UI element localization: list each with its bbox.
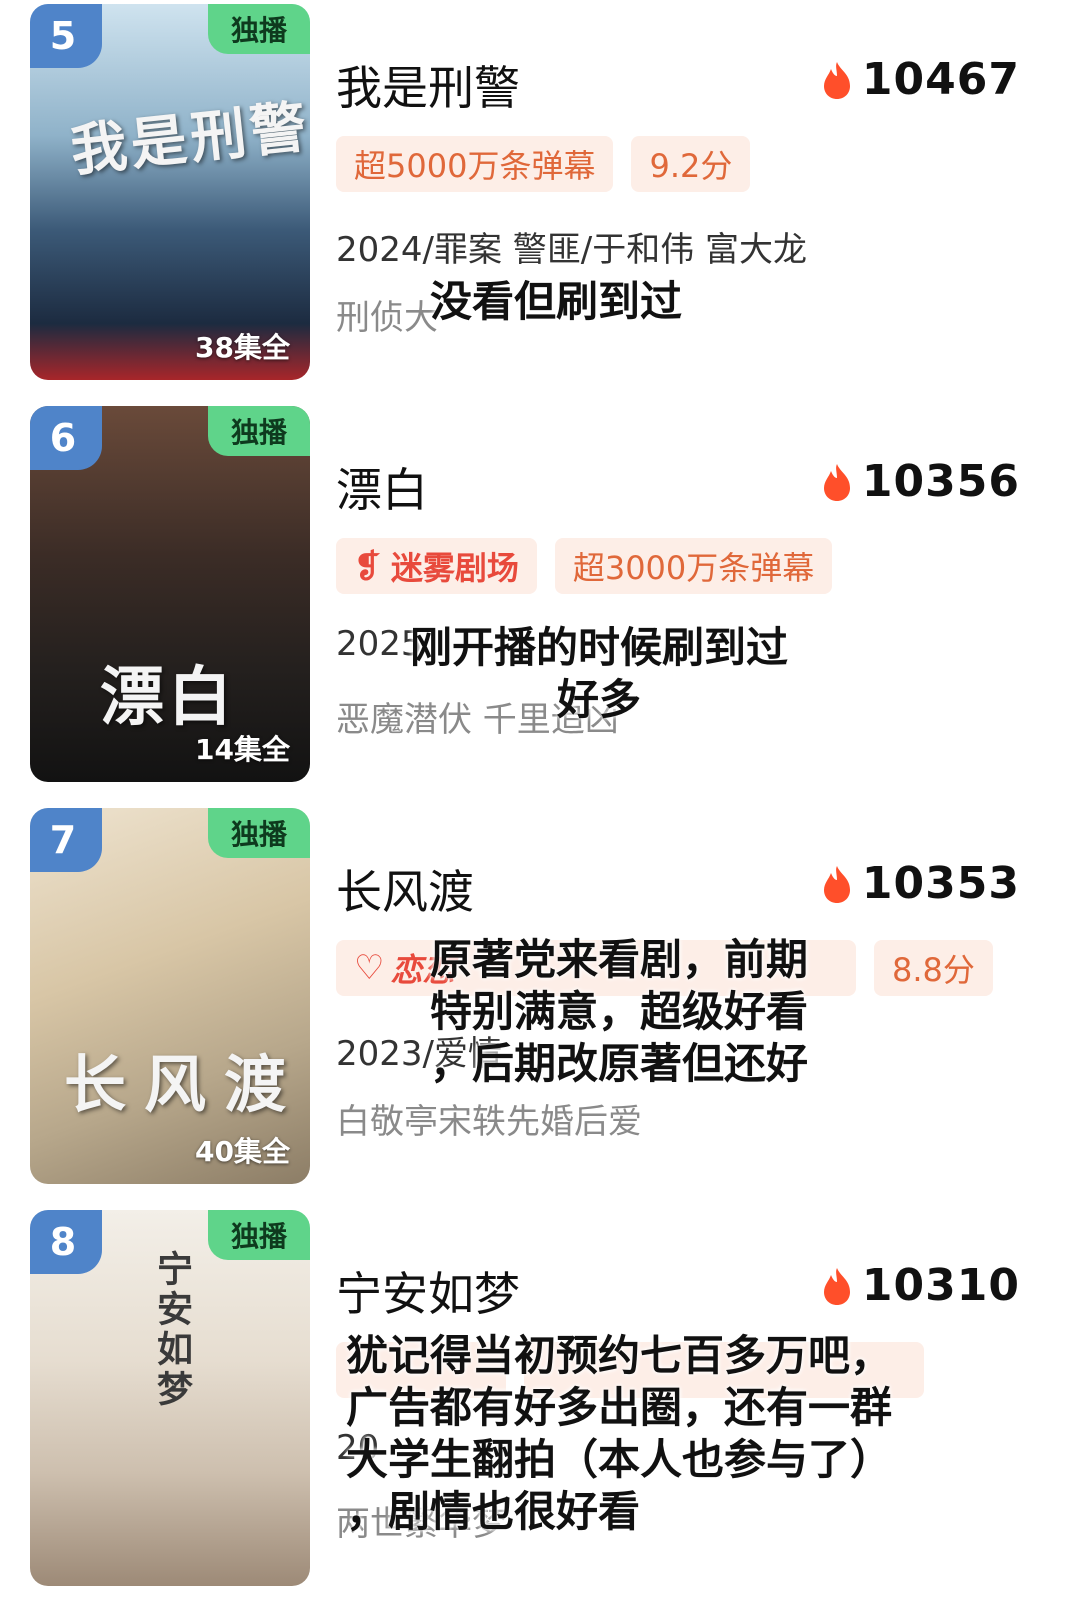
list-item[interactable]: 漂白 6 独播 14集全 漂白 10356 ❡ 迷雾剧场 超3000万条弹幕 20… [0, 402, 1080, 802]
show-title[interactable]: 长风渡 [336, 856, 474, 922]
heart-logo-icon: ♡ [354, 948, 385, 988]
exclusive-badge: 独播 [208, 1210, 310, 1260]
show-description: 刑侦大 [336, 298, 438, 338]
list-item[interactable]: 我是刑警 5 独播 38集全 我是刑警 10467 超5000万条弹幕 9.2分… [0, 0, 1080, 400]
show-meta: 2024/罪案 警匪/于和伟 富大龙 [336, 230, 808, 270]
poster-title: 漂白 [100, 660, 236, 735]
flame-icon [823, 865, 850, 903]
poster-title: 长风渡 [64, 1048, 305, 1121]
rank-badge: 7 [30, 808, 102, 872]
episode-count: 14集全 [195, 733, 290, 766]
poster-image[interactable]: 漂白 6 独播 14集全 [30, 406, 310, 782]
rank-badge: 6 [30, 406, 102, 470]
show-title[interactable]: 宁安如梦 [336, 1258, 520, 1324]
theater-tag-label: 迷雾剧场 [390, 549, 519, 587]
heat-score: 10310 [820, 1260, 1020, 1311]
flame-icon [823, 463, 850, 501]
flame-icon [823, 1267, 850, 1305]
rank-badge: 5 [30, 4, 102, 68]
list-item[interactable]: 长风渡 7 独播 40集全 长风渡 10353 ♡ 恋恋 8.8分 2023/爱情… [0, 804, 1080, 1204]
overlay-comment: 原著党来看剧，前期 特别满意，超级好看 ，后期改原著但还好 [430, 935, 809, 1088]
heat-score: 10356 [820, 456, 1020, 507]
fog-theater-icon: ❡ [354, 547, 381, 585]
overlay-comment: 犹记得当初预约七百多万吧， 广告都有好多出圈，还有一群 大学生翻拍（本人也参与了… [346, 1331, 893, 1536]
heat-value: 10310 [861, 1260, 1020, 1311]
poster-image[interactable]: 我是刑警 5 独播 38集全 [30, 4, 310, 380]
episode-count: 40集全 [195, 1135, 290, 1168]
rating-tag: 9.2分 [631, 136, 751, 192]
heat-value: 10356 [861, 456, 1020, 507]
danmaku-tag: 超5000万条弹幕 [336, 136, 614, 192]
theater-tag: ❡ 迷雾剧场 [336, 538, 537, 594]
exclusive-badge: 独播 [208, 4, 310, 54]
overlay-comment: 刚开播的时候刷到过 好多 [410, 623, 789, 724]
poster-image[interactable]: 宁安如梦 8 独播 [30, 1210, 310, 1586]
rating-tag: 8.8分 [874, 940, 993, 996]
show-title[interactable]: 漂白 [336, 454, 428, 520]
danmaku-tag: 超3000万条弹幕 [554, 538, 833, 594]
poster-title: 宁安如梦 [151, 1250, 193, 1410]
heat-value: 10467 [861, 54, 1020, 105]
show-title[interactable]: 我是刑警 [336, 52, 520, 118]
exclusive-badge: 独播 [208, 808, 310, 858]
heat-value: 10353 [861, 858, 1020, 909]
heat-score: 10353 [820, 858, 1020, 909]
poster-image[interactable]: 长风渡 7 独播 40集全 [30, 808, 310, 1184]
episode-count: 38集全 [195, 331, 290, 364]
tag-row: 超5000万条弹幕 9.2分 [336, 136, 751, 192]
list-item[interactable]: 宁安如梦 8 独播 宁安如梦 10310 20 两世繁华梦 犹记得当初预约七百多… [0, 1206, 1080, 1606]
show-description: 白敬亭宋轶先婚后爱 [336, 1102, 642, 1142]
overlay-comment: 没看但刷到过 [430, 277, 683, 326]
rank-badge: 8 [30, 1210, 102, 1274]
tag-row: ❡ 迷雾剧场 超3000万条弹幕 [336, 538, 833, 594]
flame-icon [823, 61, 850, 99]
exclusive-badge: 独播 [208, 406, 310, 456]
heat-score: 10467 [820, 54, 1020, 105]
